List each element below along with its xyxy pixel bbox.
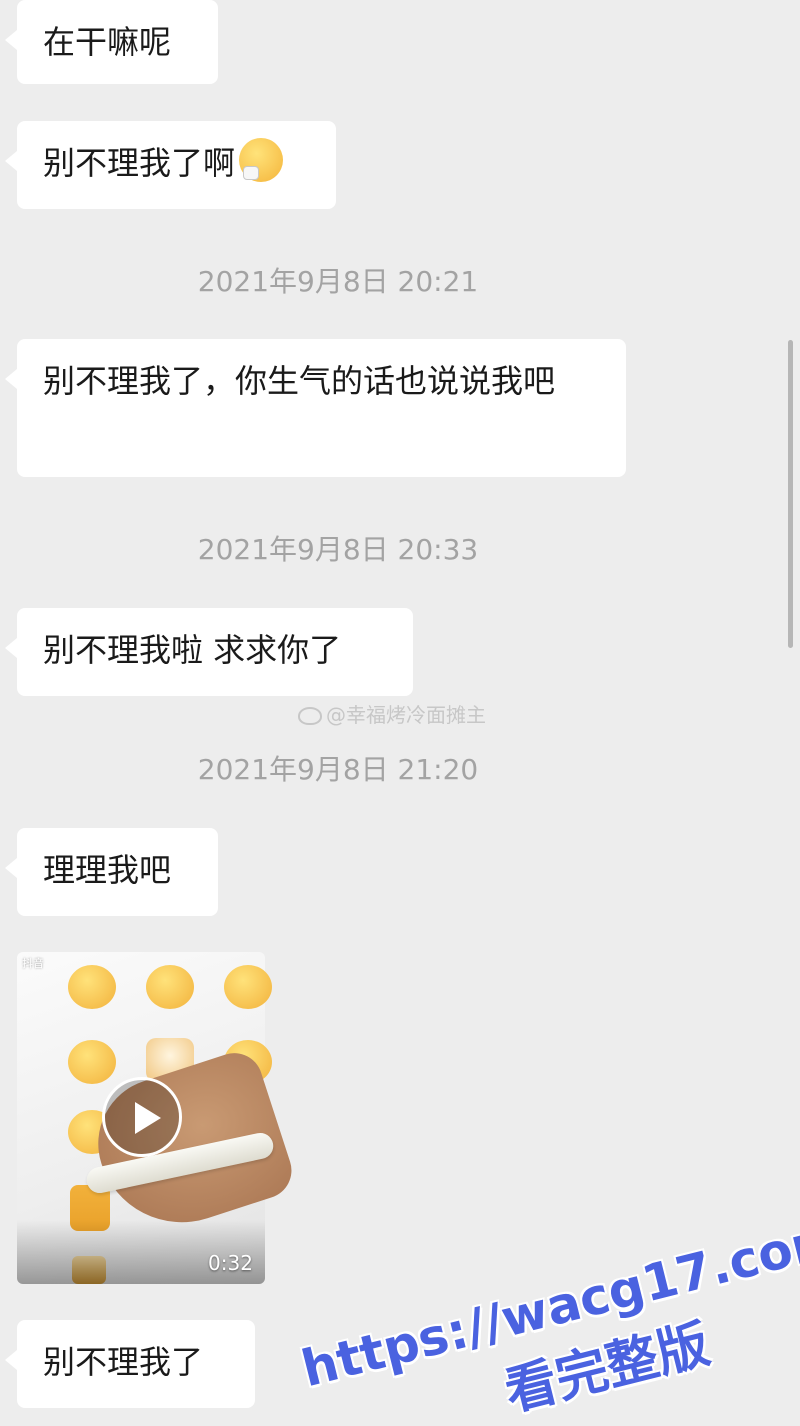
timestamp: 2021年9月8日 20:21	[197, 265, 479, 298]
video-emoji	[68, 1040, 116, 1084]
message-text: 别不理我了	[43, 1343, 204, 1381]
message-text: 别不理我了啊	[43, 144, 236, 182]
message-bubble[interactable]: 别不理我了啊	[5, 121, 336, 209]
message-text: 在干嘛呢	[43, 23, 172, 61]
message-bubble[interactable]: 别不理我了	[5, 1320, 255, 1408]
scrollbar[interactable]	[788, 340, 793, 648]
weibo-logo-icon	[298, 707, 322, 725]
message-text: 别不理我啦 求求你了	[43, 631, 342, 669]
timestamp: 2021年9月8日 20:33	[197, 533, 479, 566]
weibo-watermark-text: @幸福烤冷面摊主	[326, 703, 486, 727]
tiktok-label: 抖音	[22, 957, 44, 970]
play-icon[interactable]	[102, 1077, 182, 1157]
message-bubble[interactable]: 理理我吧	[5, 828, 218, 916]
message-bubble[interactable]: 在干嘛呢	[5, 0, 218, 84]
weibo-watermark: @幸福烤冷面摊主	[298, 702, 486, 728]
video-emoji	[68, 965, 116, 1009]
pleading-tissue-emoji-icon	[239, 138, 284, 182]
message-bubble[interactable]: 别不理我啦 求求你了	[5, 608, 413, 696]
message-text: 别不理我了，你生气的话也说说我吧	[43, 362, 556, 400]
timestamp: 2021年9月8日 21:20	[197, 753, 479, 786]
video-emoji	[146, 965, 194, 1009]
video-emoji	[224, 965, 272, 1009]
message-text: 理理我吧	[43, 851, 172, 889]
message-bubble[interactable]: 别不理我了，你生气的话也说说我吧	[5, 339, 626, 477]
video-duration: 0:32	[208, 1251, 253, 1275]
